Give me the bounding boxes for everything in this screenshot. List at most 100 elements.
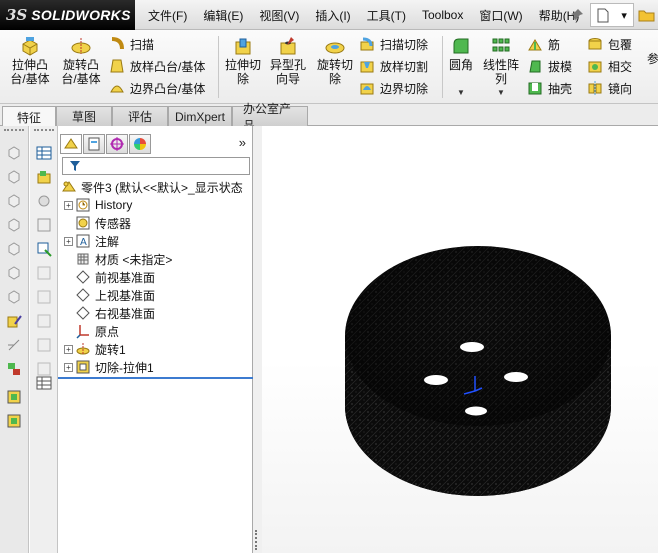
part-name: 零件3 (默认<<默认>_显示状态 [81, 180, 243, 195]
tab-sketch[interactable]: 草图 [56, 106, 112, 126]
tree-item-revolve1[interactable]: + 旋转1 [64, 340, 126, 358]
extrude-cut-button[interactable]: 拉伸切 除 [222, 36, 264, 86]
tab-features[interactable]: 特征 [2, 106, 56, 127]
tree-item-origin[interactable]: 原点 [64, 322, 119, 340]
revolve-boss-button[interactable]: 旋转凸 台/基体 [58, 36, 104, 86]
boundary-boss-label: 边界凸台/基体 [130, 81, 206, 96]
grid-icon[interactable] [35, 216, 53, 234]
hole-wizard-button[interactable]: 异型孔 向导 [266, 36, 310, 86]
rib-button[interactable]: 筋 [526, 34, 560, 54]
menu-file[interactable]: 文件(F) [140, 7, 195, 24]
svg-text:A: A [80, 237, 87, 248]
smart-dimension-icon[interactable] [5, 336, 23, 354]
grip-handle[interactable] [4, 129, 24, 133]
table-icon[interactable] [35, 144, 53, 162]
tree-item-top-plane[interactable]: 上视基准面 [64, 286, 155, 304]
boundary-cut-button[interactable]: 边界切除 [358, 78, 428, 98]
linear-pattern-button[interactable]: 线性阵 列 [480, 36, 522, 86]
extrude-boss-button[interactable]: 拉伸凸 台/基体 [6, 36, 54, 86]
expand-icon[interactable]: + [64, 362, 73, 372]
tree-item-cut-extrude1[interactable]: + 切除-拉伸1 [64, 358, 154, 376]
title-bar: 3S SOLIDWORKS 文件(F) 编辑(E) 视图(V) 插入(I) 工具… [0, 0, 658, 30]
tab-dimxpert[interactable]: DimXpert [168, 106, 232, 126]
open-folder-icon[interactable] [638, 6, 656, 24]
cube-view-icon[interactable] [5, 216, 23, 234]
tab-evaluate[interactable]: 评估 [112, 106, 168, 126]
tree-item-annotations[interactable]: + A 注解 [64, 232, 119, 250]
grip-handle[interactable] [34, 129, 54, 133]
sweep-button[interactable]: 扫描 [108, 34, 154, 54]
table-icon[interactable] [35, 374, 53, 392]
tree-item-history[interactable]: + History [64, 196, 132, 214]
loft-button[interactable]: 放样凸台/基体 [108, 56, 205, 76]
cube-view-icon[interactable] [5, 240, 23, 258]
menu-tools[interactable]: 工具(T) [359, 7, 414, 24]
cube-view-icon[interactable] [5, 168, 23, 186]
menu-insert[interactable]: 插入(I) [307, 7, 358, 24]
grid-icon[interactable] [35, 264, 53, 282]
lofted-cut-button[interactable]: 放样切割 [358, 56, 428, 76]
property-manager-tab[interactable] [83, 134, 105, 154]
grid-icon[interactable] [35, 312, 53, 330]
configuration-manager-tab[interactable] [106, 134, 128, 154]
fillet-button[interactable]: 圆角 [446, 36, 476, 72]
panel-splitter[interactable] [253, 126, 262, 553]
sketch-pencil-icon[interactable] [5, 312, 23, 330]
display-manager-tab[interactable] [129, 134, 151, 154]
expand-icon[interactable]: + [64, 236, 73, 246]
mirror-button[interactable]: 镜向 [586, 78, 632, 98]
graphics-area[interactable] [262, 126, 658, 553]
pin-icon[interactable] [568, 6, 586, 24]
chevron-down-icon[interactable]: ▼ [457, 88, 465, 97]
boundary-boss-button[interactable]: 边界凸台/基体 [108, 78, 205, 98]
expand-panel-icon[interactable]: » [239, 135, 246, 150]
draft-icon [526, 57, 544, 75]
block-icon[interactable] [5, 388, 23, 406]
cube-view-icon[interactable] [5, 264, 23, 282]
feature-tree-icon [64, 138, 78, 149]
grid-icon[interactable] [35, 336, 53, 354]
chevron-down-icon[interactable]: ▼ [497, 88, 505, 97]
tree-item-sensors[interactable]: 传感器 [64, 214, 131, 232]
block-icon[interactable] [5, 412, 23, 430]
shell-button[interactable]: 抽壳 [526, 78, 572, 98]
menu-toolbox[interactable]: Toolbox [414, 8, 471, 22]
expand-icon[interactable]: + [64, 200, 73, 210]
tree-item-material[interactable]: 材质 <未指定> [64, 250, 172, 268]
gear-icon[interactable] [35, 192, 53, 210]
select-icon[interactable] [35, 240, 53, 258]
reference-geometry-button[interactable]: 参 [646, 52, 658, 66]
menu-window[interactable]: 窗口(W) [471, 7, 530, 24]
intersect-button[interactable]: 相交 [586, 56, 632, 76]
feature-tree-tab[interactable] [60, 134, 82, 154]
wrap-button[interactable]: 包覆 [586, 34, 632, 54]
rib-icon [526, 35, 544, 53]
tree-root-part[interactable]: 零件3 (默认<<默认>_显示状态 [61, 178, 243, 196]
relations-icon[interactable] [5, 360, 23, 378]
tree-filter-field[interactable] [62, 157, 250, 175]
draft-button[interactable]: 拔模 [526, 56, 572, 76]
tab-label: 特征 [16, 110, 41, 125]
tree-item-right-plane[interactable]: 右视基准面 [64, 304, 155, 322]
tab-office-products[interactable]: 办公室产品 [232, 102, 308, 133]
model-view[interactable] [262, 126, 658, 553]
revolve-cut-button[interactable]: 旋转切 除 [314, 36, 356, 86]
tree-item-front-plane[interactable]: 前视基准面 [64, 268, 155, 286]
feature-icon[interactable] [35, 168, 53, 186]
menu-edit[interactable]: 编辑(E) [195, 7, 251, 24]
menu-view[interactable]: 视图(V) [251, 7, 307, 24]
cube-view-icon[interactable] [5, 192, 23, 210]
cube-view-icon[interactable] [5, 288, 23, 306]
tree-item-label: History [95, 198, 133, 212]
app-logo[interactable]: 3S SOLIDWORKS [0, 0, 135, 30]
splitter-grip[interactable] [255, 530, 258, 550]
expand-icon[interactable]: + [64, 344, 73, 354]
new-document-button[interactable]: ▾ [590, 3, 634, 27]
swept-cut-button[interactable]: 扫描切除 [358, 34, 428, 54]
rollback-bar[interactable] [58, 377, 253, 379]
lofted-cut-icon [358, 57, 376, 75]
wrap-label: 包覆 [608, 37, 633, 52]
cube-view-icon[interactable] [5, 144, 23, 162]
grid-icon[interactable] [35, 288, 53, 306]
revolve-boss-label: 旋转凸 台/基体 [61, 58, 101, 86]
